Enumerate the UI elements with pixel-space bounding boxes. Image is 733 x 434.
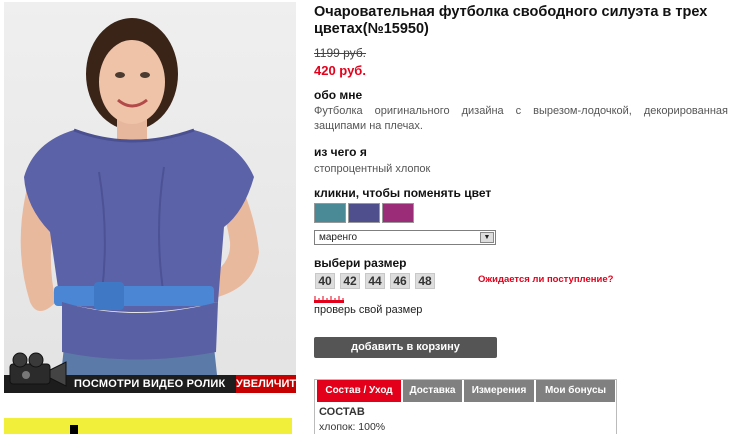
chevron-down-icon[interactable]: ▼ [480, 232, 494, 243]
video-camera-icon[interactable] [4, 350, 70, 390]
tab-delivery[interactable]: Доставка [403, 380, 462, 402]
size-option-46[interactable]: 46 [390, 273, 410, 289]
promo-banner[interactable] [4, 418, 292, 434]
product-page: ПОСМОТРИ ВИДЕО РОЛИК УВЕЛИЧИТЬ Очаровате… [0, 0, 733, 434]
color-heading: кликни, чтобы поменять цвет [314, 186, 492, 200]
material-heading: из чего я [314, 145, 367, 159]
size-option-40[interactable]: 40 [315, 273, 335, 289]
product-title: Очаровательная футболка свободного силуэ… [314, 4, 708, 37]
size-option-48[interactable]: 48 [415, 273, 435, 289]
about-heading: обо мне [314, 88, 363, 102]
color-swatch-teal[interactable] [314, 203, 346, 223]
tab-content-text: хлопок: 100% [319, 421, 386, 433]
color-select[interactable]: маренго ▼ [314, 230, 496, 245]
product-photo[interactable] [4, 2, 296, 393]
check-size-link[interactable]: проверь свой размер [314, 304, 422, 316]
new-price: 420 руб. [314, 63, 366, 78]
tab-measurements[interactable]: Измерения [464, 380, 534, 402]
watch-video-label[interactable]: ПОСМОТРИ ВИДЕО РОЛИК [74, 378, 225, 390]
size-option-42[interactable]: 42 [340, 273, 360, 289]
tab-content-heading: СОСТАВ [319, 406, 365, 418]
zoom-button[interactable]: УВЕЛИЧИТЬ [236, 375, 304, 393]
about-text: Футболка оригинального дизайна с вырезом… [314, 105, 728, 132]
color-swatch-magenta[interactable] [382, 203, 414, 223]
size-heading: выбери размер [314, 256, 407, 270]
model-illustration [20, 18, 259, 393]
promo-icon [70, 425, 78, 434]
tab-composition[interactable]: Состав / Уход [317, 380, 401, 402]
ruler-icon[interactable] [314, 296, 344, 304]
color-swatch-navy[interactable] [348, 203, 380, 223]
availability-link[interactable]: Ожидается ли поступление? [478, 274, 613, 285]
add-to-cart-button[interactable]: добавить в корзину [314, 337, 497, 358]
tab-bonuses[interactable]: Мои бонусы [536, 380, 615, 402]
size-option-44[interactable]: 44 [365, 273, 385, 289]
old-price: 1199 руб. [314, 46, 367, 60]
material-text: стопроцентный хлопок [314, 163, 431, 175]
color-select-value: маренго [319, 232, 358, 243]
